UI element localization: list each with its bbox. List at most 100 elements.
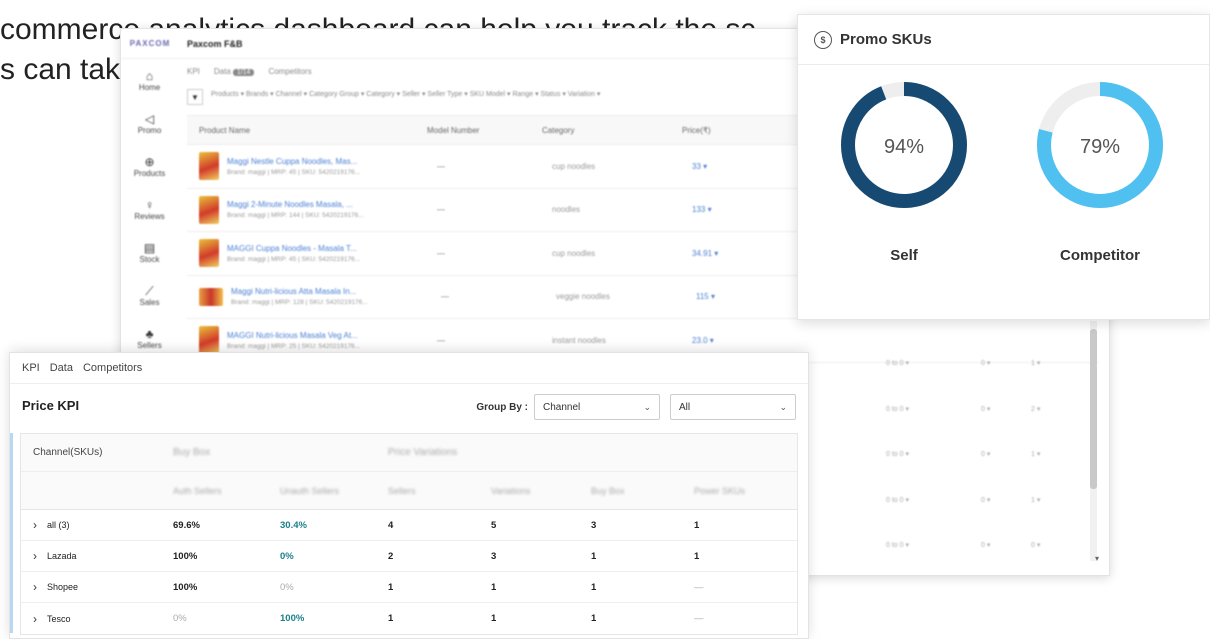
header-price[interactable]: Price(₹) xyxy=(682,126,802,135)
tab-competitors[interactable]: Competitors xyxy=(268,67,311,76)
kpi-tab-data[interactable]: Data xyxy=(50,362,73,374)
sidebar-item-sales[interactable]: ⟋ Sales xyxy=(121,274,178,317)
group-by-value: Channel xyxy=(543,401,581,413)
header-sellers: Sellers xyxy=(388,485,416,496)
chart-icon: ⟋ xyxy=(145,284,154,298)
extra-row: 0 ▾0 to 0 ▾0 ▾1 ▾ xyxy=(791,496,1071,504)
product-thumbnail[interactable] xyxy=(199,152,219,181)
competitor-donut-chart: 79% xyxy=(1037,82,1163,208)
extra-cell[interactable]: 1 ▾ xyxy=(1031,359,1071,367)
product-category: veggie noodles xyxy=(556,292,610,302)
promo-icon: $ xyxy=(814,30,832,49)
product-link[interactable]: MAGGI Cuppa Noodles - Masala T... xyxy=(227,244,437,253)
promo-donuts: 94% Self 79% Competitor xyxy=(798,77,1209,307)
product-meta: Brand: maggi | MRP: 128 | SKU: 542021917… xyxy=(231,299,368,307)
product-category: noodles xyxy=(552,205,581,215)
filter-icon[interactable]: ▼ xyxy=(187,89,203,105)
product-thumbnail[interactable] xyxy=(199,326,219,355)
product-category: cup noodles xyxy=(552,248,596,258)
scroll-down-icon[interactable]: ▾ xyxy=(1095,554,1099,563)
group-by-select[interactable]: Channel ⌄ xyxy=(534,394,660,420)
table-row[interactable]: › all (3) 69.6% 30.4% 4 5 3 1 xyxy=(21,510,797,541)
product-price-dropdown[interactable]: 133 ▾ xyxy=(692,205,812,214)
header-product-name[interactable]: Product Name xyxy=(187,126,427,135)
auth-sellers-cell: 100% xyxy=(173,581,198,593)
extra-cell[interactable]: 0 to 0 ▾ xyxy=(886,405,981,413)
sidebar-item-reviews[interactable]: ♀ Reviews xyxy=(121,188,178,231)
power-skus-cell: — xyxy=(694,613,704,624)
header-channel: Channel(SKUs) xyxy=(33,447,103,458)
product-link[interactable]: MAGGI Nutri-licious Masala Veg At... xyxy=(227,331,437,340)
scope-select[interactable]: All ⌄ xyxy=(670,394,796,420)
promo-card-header: $ Promo SKUs xyxy=(798,15,1209,65)
price-kpi-table: Channel(SKUs) Buy Box Price Variations A… xyxy=(20,433,798,635)
product-category: cup noodles xyxy=(552,161,596,171)
header-unauth-sellers: Unauth Sellers xyxy=(280,485,340,496)
header-model-number[interactable]: Model Number xyxy=(427,126,542,135)
sidebar-item-label: Stock xyxy=(139,255,160,264)
extra-cell[interactable]: 2 ▾ xyxy=(1031,405,1071,413)
sidebar-item-stock[interactable]: ▤ Stock xyxy=(121,231,178,274)
chevron-right-icon[interactable]: › xyxy=(33,580,37,594)
channel-cell[interactable]: › Lazada xyxy=(21,549,173,563)
table-row[interactable]: › Shopee 100% 0% 1 1 1 — xyxy=(21,572,797,603)
promo-card-title: Promo SKUs xyxy=(840,31,932,48)
brand-logo[interactable]: PAXCOM xyxy=(121,29,179,59)
auth-sellers-cell: 69.6% xyxy=(173,519,200,531)
unauth-sellers-cell: 0% xyxy=(280,550,294,562)
app-title: Paxcom F&B xyxy=(187,38,243,49)
extra-cell[interactable]: 0 ▾ xyxy=(981,405,1031,413)
product-model: — xyxy=(437,205,445,215)
chevron-right-icon[interactable]: › xyxy=(33,612,37,626)
table-row[interactable]: › Lazada 100% 0% 2 3 1 1 xyxy=(21,541,797,572)
extra-cell[interactable]: 0 to 0 ▾ xyxy=(886,359,981,367)
sellers-cell: 4 xyxy=(388,519,394,531)
filter-dropdowns[interactable]: Products ▾ Brands ▾ Channel ▾ Category G… xyxy=(211,89,811,100)
scrollbar-thumb[interactable] xyxy=(1090,329,1097,489)
product-model: — xyxy=(437,335,445,345)
kpi-tab-kpi[interactable]: KPI xyxy=(22,362,40,374)
variations-cell: 3 xyxy=(491,550,497,562)
extra-cell[interactable]: 0 to 0 ▾ xyxy=(886,496,981,504)
channel-name: Shopee xyxy=(47,582,79,592)
channel-cell[interactable]: › all (3) xyxy=(21,518,173,532)
channel-cell[interactable]: › Shopee xyxy=(21,580,173,594)
sellers-cell: 1 xyxy=(388,613,394,624)
sidebar-item-home[interactable]: ⌂ Home xyxy=(121,59,178,102)
extra-cell[interactable]: 0 ▾ xyxy=(981,359,1031,367)
extra-cell[interactable]: 1 ▾ xyxy=(1031,450,1071,458)
table-row[interactable]: › Tesco 0% 100% 1 1 1 — xyxy=(21,603,797,634)
extra-cell[interactable]: 0 ▾ xyxy=(1031,541,1071,549)
product-price-dropdown[interactable]: 33 ▾ xyxy=(692,162,812,171)
channel-cell[interactable]: › Tesco xyxy=(21,612,173,626)
extra-cell[interactable]: 0 ▾ xyxy=(981,541,1031,549)
extra-cell[interactable]: 0 ▾ xyxy=(981,496,1031,504)
product-thumbnail[interactable] xyxy=(199,287,223,306)
header-category[interactable]: Category xyxy=(542,126,682,135)
product-price-dropdown[interactable]: 23.0 ▾ xyxy=(692,336,812,345)
sidebar-item-promo[interactable]: ◁ Promo xyxy=(121,102,178,145)
product-thumbnail[interactable] xyxy=(199,195,219,224)
scrollbar[interactable] xyxy=(1090,321,1097,561)
kpi-table-body: › all (3) 69.6% 30.4% 4 5 3 1 › Lazada 100% 0% 2 3 1 1 ›… xyxy=(21,510,797,634)
sellers-icon: ♣ xyxy=(145,327,154,341)
product-link[interactable]: Maggi 2-Minute Noodles Masala, ... xyxy=(227,200,437,209)
kpi-header: Price KPI Group By : Channel ⌄ All ⌄ xyxy=(10,383,808,427)
extra-cell[interactable]: 0 ▾ xyxy=(981,450,1031,458)
extra-cell[interactable]: 0 to 0 ▾ xyxy=(886,541,981,549)
extra-row: 0 ▾0 to 0 ▾0 ▾2 ▾ xyxy=(791,405,1071,413)
product-price-dropdown[interactable]: 34.91 ▾ xyxy=(692,249,812,258)
product-link[interactable]: Maggi Nestle Cuppa Noodles, Mas... xyxy=(227,157,437,166)
chevron-right-icon[interactable]: › xyxy=(33,549,37,563)
tab-kpi[interactable]: KPI xyxy=(187,67,200,76)
power-skus-cell: — xyxy=(694,581,704,593)
tab-data[interactable]: Data 1/14 xyxy=(214,67,255,76)
product-thumbnail[interactable] xyxy=(199,239,219,268)
product-link[interactable]: Maggi Nutri-licious Atta Masala In... xyxy=(231,287,441,296)
kpi-tab-competitors[interactable]: Competitors xyxy=(83,362,142,374)
product-category: instant noodles xyxy=(552,335,606,345)
extra-cell[interactable]: 1 ▾ xyxy=(1031,496,1071,504)
chevron-right-icon[interactable]: › xyxy=(33,518,37,532)
extra-cell[interactable]: 0 to 0 ▾ xyxy=(886,450,981,458)
sidebar-item-products[interactable]: ⊕ Products xyxy=(121,145,178,188)
